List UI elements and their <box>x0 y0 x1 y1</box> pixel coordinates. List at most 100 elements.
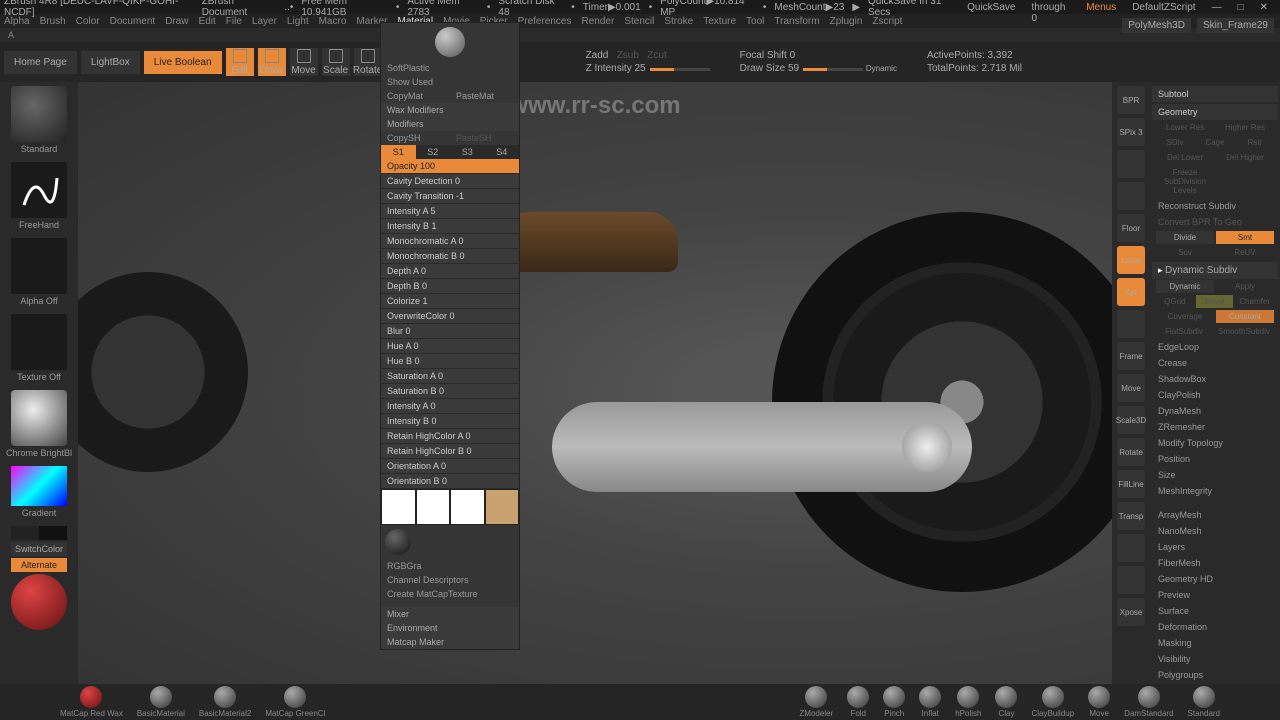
preview-ball[interactable] <box>11 574 67 630</box>
material-slider[interactable]: Depth B 0 <box>381 279 519 294</box>
panel-item[interactable]: Crease <box>1152 355 1278 371</box>
panel-item[interactable]: Position <box>1152 451 1278 467</box>
material-tab[interactable]: S1 <box>381 145 416 159</box>
tool-button[interactable]: SPix 3 <box>1117 118 1145 146</box>
menu-layer[interactable]: Layer <box>252 16 277 27</box>
tool-button[interactable]: FillLine <box>1117 470 1145 498</box>
menu-document[interactable]: Document <box>110 16 156 27</box>
panel-item[interactable]: Polygroups <box>1152 667 1278 683</box>
lightbox-button[interactable]: LightBox <box>81 51 140 74</box>
panel-item[interactable]: FiberMesh <box>1152 555 1278 571</box>
tool-button[interactable]: Rotate <box>1117 438 1145 466</box>
quicksave-button[interactable]: QuickSave <box>967 2 1015 13</box>
panel-item[interactable]: Masking <box>1152 635 1278 651</box>
panel-item[interactable]: Preview <box>1152 587 1278 603</box>
tool-button[interactable]: Local <box>1117 246 1145 274</box>
menu-zscript[interactable]: Zscript <box>872 16 902 27</box>
material-slider[interactable]: Monochromatic A 0 <box>381 234 519 249</box>
material-slider[interactable]: Saturation A 0 <box>381 369 519 384</box>
menu-brush[interactable]: Brush <box>40 16 66 27</box>
skin-label[interactable]: Skin_Frame29 <box>1197 18 1274 33</box>
tool-button[interactable]: Floor <box>1117 214 1145 242</box>
panel-item[interactable]: ArrayMesh <box>1152 507 1278 523</box>
tool-button[interactable] <box>1117 150 1145 178</box>
menu-edit[interactable]: Edit <box>199 16 216 27</box>
alternate-button[interactable]: Alternate <box>11 558 67 572</box>
material-slider[interactable]: Intensity A 0 <box>381 399 519 414</box>
panel-item[interactable]: Geometry HD <box>1152 571 1278 587</box>
menu-stencil[interactable]: Stencil <box>624 16 654 27</box>
close-icon[interactable]: ✕ <box>1260 2 1268 13</box>
brush-thumb[interactable] <box>11 86 67 142</box>
brush-shortcut[interactable]: Fold <box>847 686 869 718</box>
menu-light[interactable]: Light <box>287 16 309 27</box>
material-shortcut[interactable]: MatCap Red Wax <box>60 686 123 718</box>
polymesh-label[interactable]: PolyMesh3D <box>1122 18 1191 33</box>
material-slider[interactable]: Orientation A 0 <box>381 459 519 474</box>
home-button[interactable]: Home Page <box>4 51 77 74</box>
menu-alpha[interactable]: Alpha <box>4 16 30 27</box>
menu-stroke[interactable]: Stroke <box>664 16 693 27</box>
menus-toggle[interactable]: Menus <box>1086 2 1116 13</box>
color-picker[interactable] <box>11 466 67 506</box>
color-swatch[interactable] <box>11 526 67 540</box>
brush-shortcut[interactable]: Clay <box>995 686 1017 718</box>
brush-shortcut[interactable]: Inflat <box>919 686 941 718</box>
brush-shortcut[interactable]: Standard <box>1188 686 1220 718</box>
panel-item[interactable]: MeshIntegrity <box>1152 483 1278 499</box>
move-mode-icon[interactable]: Move <box>290 48 318 76</box>
menu-tool[interactable]: Tool <box>746 16 764 27</box>
scale-mode-icon[interactable]: Scale <box>322 48 350 76</box>
stroke-thumb[interactable] <box>11 162 67 218</box>
material-shortcut[interactable]: BasicMaterial2 <box>199 686 251 718</box>
tool-button[interactable]: Move <box>1117 374 1145 402</box>
material-slider[interactable]: Hue A 0 <box>381 339 519 354</box>
rotate-mode-icon[interactable]: Rotate <box>354 48 382 76</box>
alpha-thumb[interactable] <box>11 238 67 294</box>
swatch-b[interactable] <box>450 489 485 525</box>
panel-item[interactable]: Size <box>1152 467 1278 483</box>
panel-item[interactable]: Deformation <box>1152 619 1278 635</box>
material-slider[interactable]: Saturation B 0 <box>381 384 519 399</box>
menu-preferences[interactable]: Preferences <box>518 16 572 27</box>
material-slider[interactable]: Depth A 0 <box>381 264 519 279</box>
menu-color[interactable]: Color <box>76 16 100 27</box>
material-tab[interactable]: S3 <box>450 145 485 159</box>
material-thumb[interactable] <box>11 390 67 446</box>
panel-item[interactable]: NanoMesh <box>1152 523 1278 539</box>
tool-button[interactable]: Xyz <box>1117 278 1145 306</box>
tool-button[interactable] <box>1117 534 1145 562</box>
texture-thumb[interactable] <box>11 314 67 370</box>
panel-item[interactable]: ShadowBox <box>1152 371 1278 387</box>
material-shortcut[interactable]: BasicMaterial <box>137 686 185 718</box>
material-slider[interactable]: Opacity 100 <box>381 159 519 174</box>
brush-shortcut[interactable]: Move <box>1088 686 1110 718</box>
material-slider[interactable]: Cavity Transition -1 <box>381 189 519 204</box>
tool-button[interactable] <box>1117 182 1145 210</box>
menu-transform[interactable]: Transform <box>774 16 819 27</box>
panel-item[interactable]: DynaMesh <box>1152 403 1278 419</box>
panel-item[interactable]: Visibility <box>1152 651 1278 667</box>
brush-shortcut[interactable]: ZModeler <box>799 686 833 718</box>
tool-button[interactable] <box>1117 310 1145 338</box>
tool-button[interactable]: Scale3D <box>1117 406 1145 434</box>
material-slider[interactable]: Blur 0 <box>381 324 519 339</box>
material-slider[interactable]: Intensity A 5 <box>381 204 519 219</box>
tool-button[interactable]: Transp <box>1117 502 1145 530</box>
menu-zplugin[interactable]: Zplugin <box>830 16 863 27</box>
brush-shortcut[interactable]: hPolish <box>955 686 981 718</box>
brush-shortcut[interactable]: Pinch <box>883 686 905 718</box>
viewport[interactable]: www.rr-sc.com <box>78 82 1112 702</box>
material-tab[interactable]: S2 <box>416 145 451 159</box>
brush-shortcut[interactable]: DamStandard <box>1124 686 1173 718</box>
liveboolean-button[interactable]: Live Boolean <box>144 51 222 74</box>
material-slider[interactable]: Orientation B 0 <box>381 474 519 489</box>
panel-item[interactable]: Modify Topology <box>1152 435 1278 451</box>
panel-item[interactable]: EdgeLoop <box>1152 339 1278 355</box>
material-slider[interactable]: Retain HighColor A 0 <box>381 429 519 444</box>
material-tab[interactable]: S4 <box>485 145 520 159</box>
minimize-icon[interactable]: — <box>1212 2 1222 13</box>
panel-item[interactable]: Surface <box>1152 603 1278 619</box>
panel-item[interactable]: ZRemesher <box>1152 419 1278 435</box>
menu-draw[interactable]: Draw <box>165 16 188 27</box>
